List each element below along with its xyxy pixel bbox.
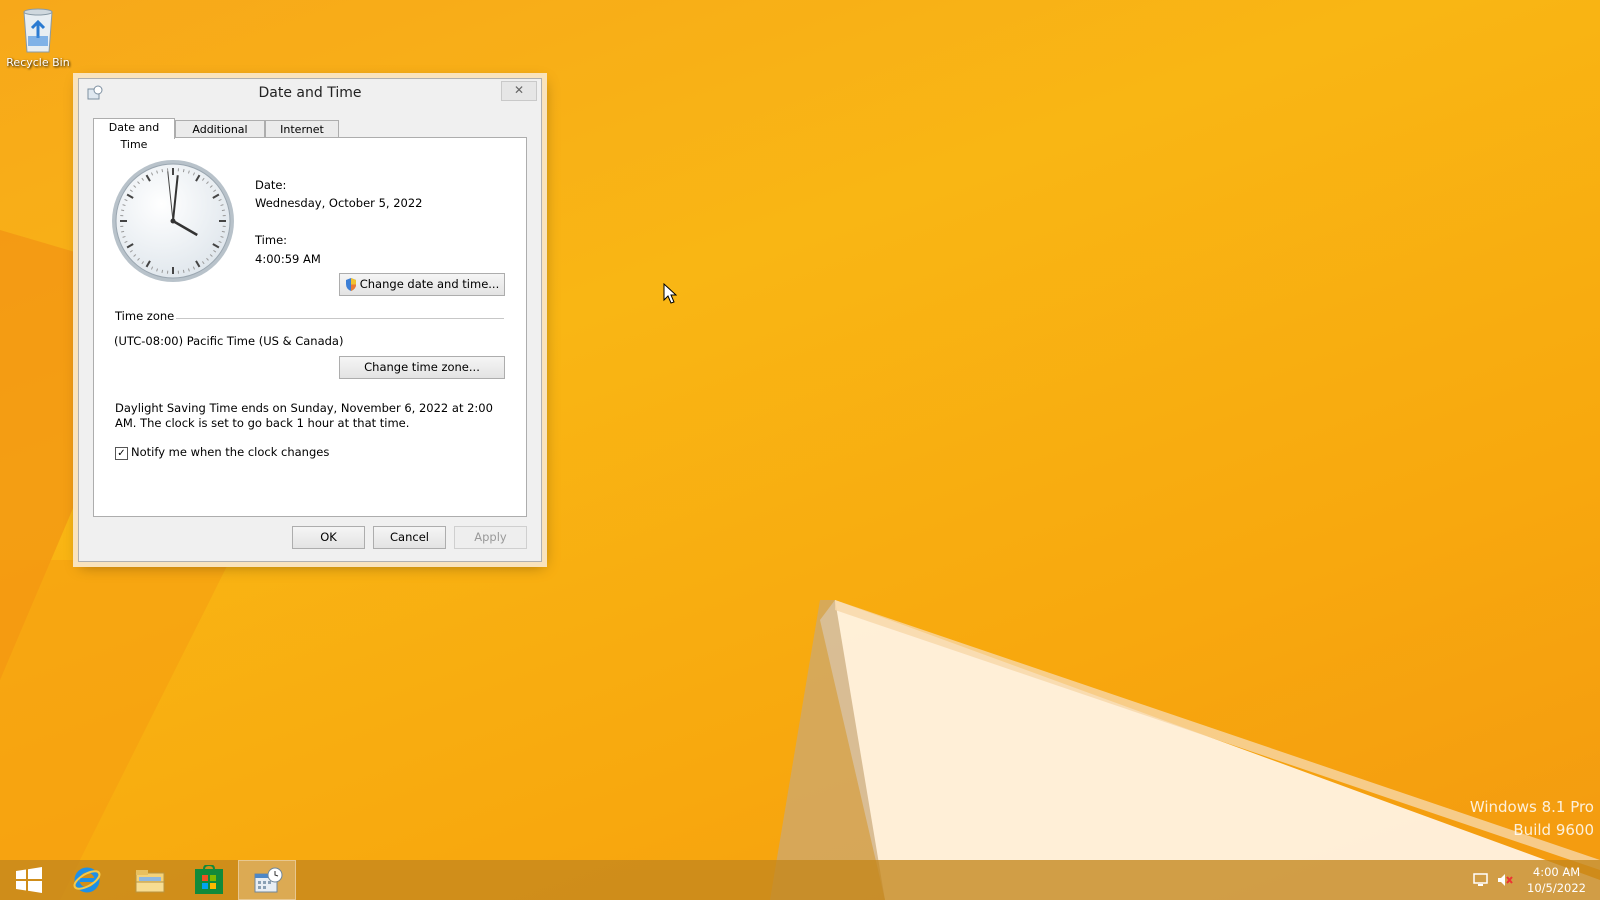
change-time-zone-button[interactable]: Change time zone...	[339, 356, 505, 379]
tray-time: 4:00 AM	[1532, 865, 1581, 879]
time-zone-separator	[176, 318, 504, 319]
time-label: Time:	[255, 233, 288, 247]
change-date-and-time-button[interactable]: Change date and time...	[339, 273, 505, 296]
ok-button[interactable]: OK	[292, 526, 365, 549]
clock-minute-tick	[182, 269, 185, 273]
analog-clock	[112, 160, 234, 282]
daylight-saving-info: Daylight Saving Time ends on Sunday, Nov…	[115, 401, 493, 430]
clock-minute-tick	[182, 169, 185, 173]
uac-shield-icon	[345, 277, 357, 297]
tab-additional-clocks[interactable]: Additional Clocks	[175, 120, 265, 153]
mouse-pointer-icon	[663, 283, 677, 304]
file-explorer-icon	[135, 870, 165, 893]
taskbar-store[interactable]	[180, 860, 238, 900]
clock-minute-tick	[121, 230, 125, 233]
close-icon: ✕	[513, 83, 525, 97]
clock-minute-tick	[121, 209, 125, 212]
tab-date-and-time[interactable]: Date and Time	[93, 118, 175, 151]
taskbar-date-and-time[interactable]	[238, 860, 296, 900]
date-and-time-dialog: Date and Time ✕ Date and Time Additional…	[78, 78, 542, 562]
windows-watermark: Windows 8.1 Pro Build 9600	[1470, 796, 1594, 842]
cancel-button[interactable]: Cancel	[373, 526, 446, 549]
notify-checkbox[interactable]: ✓	[115, 447, 128, 460]
recycle-bin-icon	[18, 6, 58, 54]
network-icon[interactable]	[1472, 872, 1490, 888]
start-button[interactable]	[0, 860, 58, 900]
taskbar-file-explorer[interactable]	[120, 860, 178, 900]
taskbar: 4:00 AM 10/5/2022	[0, 860, 1600, 900]
date-time-icon	[254, 867, 283, 893]
clock-minute-tick	[221, 209, 225, 212]
time-value: 4:00:59 AM	[255, 252, 321, 266]
title-bar[interactable]: Date and Time ✕	[79, 79, 541, 107]
taskbar-internet-explorer[interactable]	[58, 860, 116, 900]
tray-date: 10/5/2022	[1527, 881, 1586, 895]
start-icon	[16, 867, 42, 893]
change-date-and-time-label: Change date and time...	[359, 277, 500, 291]
date-and-time-panel: Date: Wednesday, October 5, 2022 Time: 4…	[93, 137, 527, 517]
watermark-edition: Windows 8.1 Pro	[1469, 798, 1594, 816]
date-label: Date:	[255, 178, 287, 192]
tray-clock[interactable]: 4:00 AM 10/5/2022	[1527, 864, 1586, 896]
volume-muted-icon[interactable]	[1496, 872, 1514, 888]
recycle-bin[interactable]: Recycle Bin	[6, 6, 70, 69]
recycle-bin-label: Recycle Bin	[6, 56, 70, 69]
internet-explorer-icon	[73, 867, 101, 893]
date-value: Wednesday, October 5, 2022	[255, 196, 423, 210]
clock-minute-tick	[161, 169, 164, 173]
time-zone-value: (UTC-08:00) Pacific Time (US & Canada)	[114, 334, 344, 348]
watermark-build: Build 9600	[1513, 821, 1594, 839]
clock-minute-tick	[221, 230, 225, 233]
dialog-title: Date and Time	[258, 85, 362, 101]
store-icon	[195, 865, 223, 894]
notify-checkbox-label[interactable]: Notify me when the clock changes	[131, 445, 329, 459]
clock-minute-tick	[161, 269, 164, 273]
apply-button[interactable]: Apply	[454, 526, 527, 549]
time-zone-heading: Time zone	[115, 309, 175, 323]
tab-internet-time[interactable]: Internet Time	[265, 120, 339, 153]
close-button[interactable]: ✕	[501, 81, 537, 101]
